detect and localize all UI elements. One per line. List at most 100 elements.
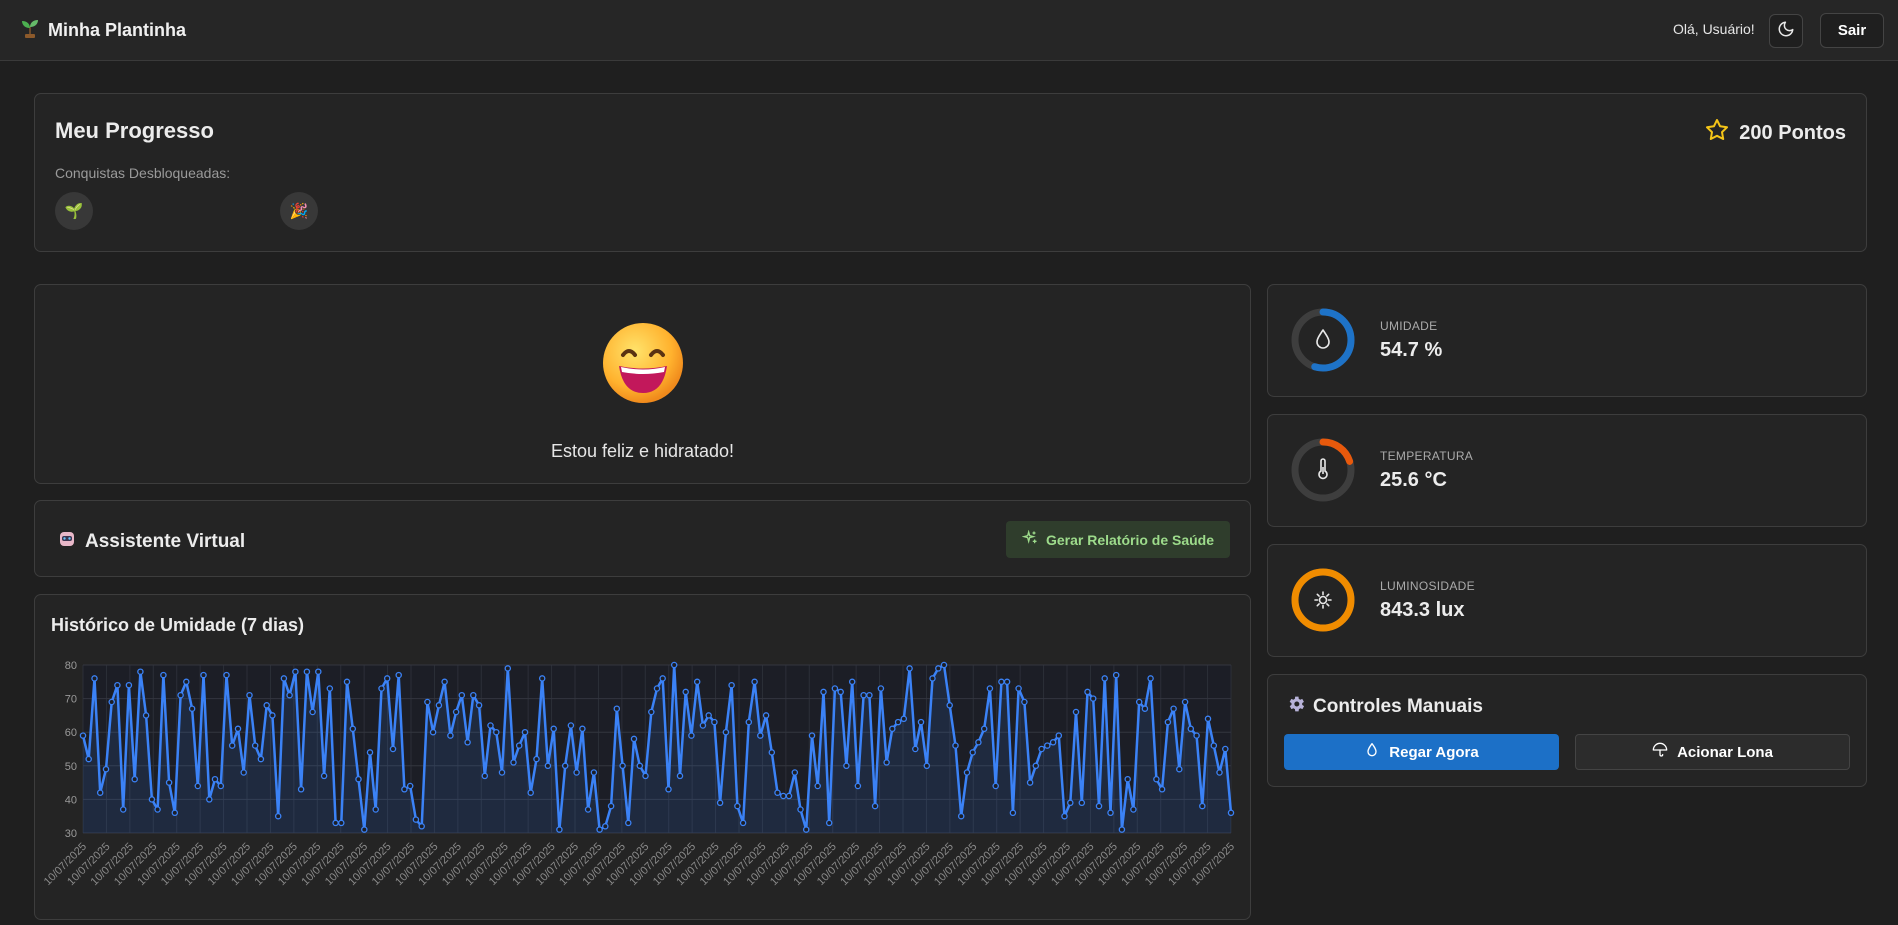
data-point bbox=[160, 671, 167, 679]
points-display: 200 Pontos bbox=[1705, 118, 1846, 148]
data-point bbox=[676, 772, 684, 780]
data-point bbox=[969, 749, 976, 756]
data-point bbox=[401, 786, 408, 793]
humidity-gauge bbox=[1291, 308, 1355, 372]
y-tick-label: 80 bbox=[65, 660, 77, 672]
data-point bbox=[1130, 806, 1137, 813]
data-point bbox=[894, 718, 902, 726]
data-point bbox=[722, 728, 730, 736]
data-point bbox=[825, 819, 833, 827]
data-point bbox=[108, 698, 115, 706]
data-point bbox=[980, 725, 988, 733]
data-point bbox=[797, 806, 804, 813]
humidity-line-chart: 30405060708010/07/202510/07/202510/07/20… bbox=[42, 660, 1237, 888]
data-point bbox=[504, 665, 512, 672]
data-point bbox=[739, 819, 747, 827]
y-tick-label: 70 bbox=[65, 694, 77, 706]
data-point bbox=[263, 702, 270, 709]
data-point bbox=[785, 792, 793, 800]
activate-cover-button[interactable]: Acionar Lona bbox=[1575, 734, 1850, 770]
assistant-header: Assistente Virtual bbox=[57, 529, 245, 555]
data-point bbox=[963, 769, 971, 776]
data-point bbox=[395, 671, 402, 679]
achievement-badge-party[interactable]: 🎉 bbox=[280, 192, 318, 230]
data-point bbox=[257, 755, 265, 763]
brand[interactable]: Minha Plantinha bbox=[20, 18, 186, 43]
data-point bbox=[493, 728, 500, 736]
humidity-history-card: Histórico de Umidade (7 dias) 30 40 50 60 70… bbox=[34, 594, 1251, 920]
data-point bbox=[188, 705, 196, 712]
achievement-badge-seedling[interactable]: 🌱 bbox=[55, 192, 93, 230]
data-point bbox=[837, 688, 844, 696]
y-tick-label: 40 bbox=[65, 794, 77, 806]
data-point bbox=[338, 819, 345, 827]
logout-button[interactable]: Sair bbox=[1820, 13, 1884, 48]
data-point bbox=[251, 742, 259, 749]
star-icon bbox=[1705, 118, 1729, 148]
data-point bbox=[625, 819, 632, 827]
data-point bbox=[1015, 685, 1022, 692]
data-point bbox=[619, 762, 626, 770]
data-point bbox=[228, 742, 236, 749]
data-point bbox=[292, 668, 299, 675]
data-point bbox=[1124, 775, 1131, 783]
data-point bbox=[125, 681, 133, 689]
data-point bbox=[579, 725, 586, 733]
data-point bbox=[653, 685, 661, 692]
data-point bbox=[768, 749, 776, 756]
gauge-arc bbox=[1291, 568, 1355, 632]
data-point bbox=[102, 765, 110, 773]
data-point bbox=[297, 786, 305, 793]
luminosity-value: 843.3 lux bbox=[1380, 599, 1465, 621]
data-point bbox=[814, 782, 821, 790]
data-point bbox=[274, 812, 282, 820]
data-point bbox=[745, 718, 753, 726]
manual-controls-card: Controles Manuais Regar Agora Acionar Lo… bbox=[1267, 674, 1867, 787]
luminosity-label: LUMINOSIDADE bbox=[1380, 579, 1475, 593]
data-point bbox=[378, 685, 385, 692]
data-point bbox=[406, 782, 414, 790]
generate-health-report-button[interactable]: Gerar Relatório de Saúde bbox=[1006, 521, 1230, 558]
data-point bbox=[1084, 688, 1091, 696]
data-point bbox=[998, 678, 1005, 686]
data-point bbox=[716, 799, 724, 807]
plant-mood-text: Estou feliz e hidratado! bbox=[550, 441, 735, 461]
data-point bbox=[119, 806, 127, 813]
data-point bbox=[871, 802, 879, 810]
data-point bbox=[952, 742, 959, 749]
data-point bbox=[1170, 705, 1177, 712]
data-point bbox=[441, 678, 448, 686]
data-point bbox=[636, 762, 644, 770]
data-point bbox=[1049, 739, 1057, 746]
data-point bbox=[1026, 779, 1034, 786]
thermometer-icon bbox=[1318, 458, 1328, 480]
controls-title: Controles Manuais bbox=[1313, 696, 1483, 717]
data-point bbox=[1199, 802, 1206, 810]
data-point bbox=[194, 782, 202, 790]
data-point bbox=[550, 725, 557, 733]
temperature-card: TEMPERATURA 25.6 °C bbox=[1267, 414, 1867, 527]
data-point bbox=[1181, 698, 1189, 706]
data-point bbox=[1067, 799, 1074, 807]
data-point bbox=[1193, 732, 1200, 739]
data-point bbox=[343, 678, 351, 686]
data-point bbox=[607, 802, 615, 810]
data-point bbox=[986, 685, 994, 692]
data-point bbox=[711, 718, 718, 726]
data-point bbox=[1003, 678, 1011, 686]
data-point bbox=[286, 691, 293, 699]
data-point bbox=[866, 691, 873, 699]
data-point bbox=[452, 708, 460, 716]
data-point bbox=[1021, 698, 1028, 706]
data-point bbox=[240, 769, 247, 776]
data-point bbox=[1055, 732, 1063, 739]
progress-card: Meu Progresso 200 Pontos Conquistas Desb… bbox=[34, 93, 1867, 252]
data-point bbox=[699, 722, 707, 729]
data-point bbox=[165, 779, 173, 786]
data-point bbox=[808, 732, 816, 739]
theme-toggle-button[interactable] bbox=[1769, 14, 1803, 48]
data-point bbox=[91, 675, 98, 682]
water-now-button[interactable]: Regar Agora bbox=[1284, 734, 1559, 770]
data-point bbox=[418, 823, 425, 830]
seedling-icon bbox=[20, 18, 40, 43]
